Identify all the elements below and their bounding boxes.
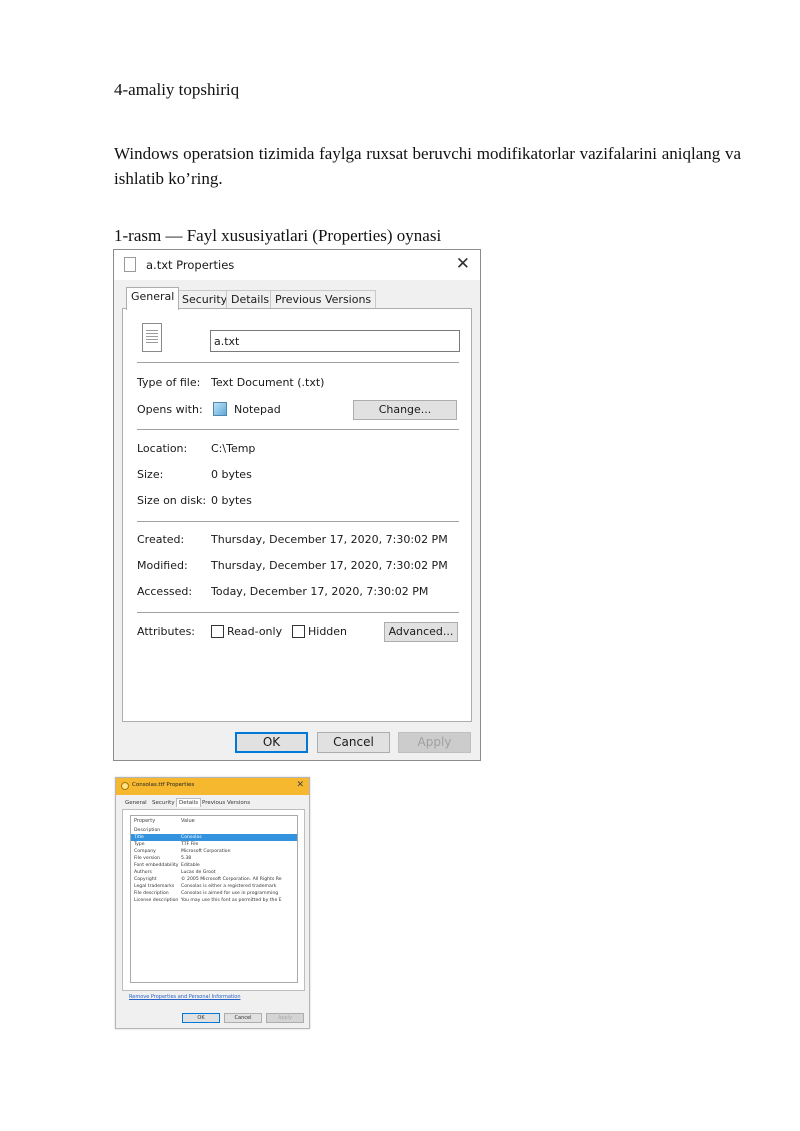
- property-value: Lucas de Groot: [181, 870, 216, 875]
- property-name: Copyright: [134, 877, 157, 882]
- dialog-title-bar: a.txt Properties ✕: [114, 250, 480, 280]
- list-item[interactable]: File version 5.38: [131, 855, 297, 862]
- size-on-disk-value: 0 bytes: [211, 494, 252, 507]
- apply-button[interactable]: Apply: [266, 1013, 304, 1023]
- ok-button[interactable]: OK: [235, 732, 308, 753]
- list-item[interactable]: License description You may use this font…: [131, 897, 297, 904]
- separator: [137, 362, 459, 364]
- tab-security[interactable]: Security: [152, 800, 175, 806]
- property-value: Editable: [181, 863, 200, 868]
- separator: [137, 521, 459, 523]
- apply-button[interactable]: Apply: [398, 732, 471, 753]
- list-item[interactable]: Font embeddability Editable: [131, 862, 297, 869]
- tab-details[interactable]: Details: [226, 290, 275, 309]
- accessed-value: Today, December 17, 2020, 7:30:02 PM: [211, 585, 429, 598]
- properties-list[interactable]: Property Value Description Title Consolas T…: [130, 815, 298, 983]
- value-column-header[interactable]: Value: [181, 818, 195, 824]
- close-icon[interactable]: ✕: [296, 780, 304, 790]
- opens-with-value: Notepad: [234, 403, 281, 416]
- property-column-header[interactable]: Property: [134, 818, 155, 824]
- size-on-disk-label: Size on disk:: [137, 494, 207, 507]
- font-properties-dialog: Consolas.ttf Properties ✕ General Securi…: [115, 777, 310, 1029]
- properties-dialog: a.txt Properties ✕ General Security Deta…: [113, 249, 481, 761]
- text-file-icon: [124, 257, 136, 272]
- cancel-button[interactable]: Cancel: [224, 1013, 262, 1023]
- modified-value: Thursday, December 17, 2020, 7:30:02 PM: [211, 559, 448, 572]
- tab-general[interactable]: General: [126, 287, 180, 310]
- modified-label: Modified:: [137, 559, 188, 572]
- property-value: You may use this font as permitted by th…: [181, 898, 282, 903]
- notepad-icon: [213, 402, 227, 416]
- created-value: Thursday, December 17, 2020, 7:30:02 PM: [211, 533, 448, 546]
- attributes-label: Attributes:: [137, 625, 196, 638]
- advanced-button[interactable]: Advanced...: [384, 622, 458, 642]
- filename-input[interactable]: [210, 330, 460, 352]
- tab-details[interactable]: Details: [176, 798, 202, 807]
- size-value: 0 bytes: [211, 468, 252, 481]
- close-icon[interactable]: ✕: [456, 254, 470, 274]
- details-panel: Property Value Description Title Consolas T…: [122, 809, 305, 991]
- property-name: File version: [134, 856, 160, 861]
- list-item[interactable]: Copyright © 2005 Microsoft Corporation. A…: [131, 876, 297, 883]
- dialog2-title: Consolas.ttf Properties: [132, 782, 195, 788]
- font-file-icon: [121, 782, 129, 790]
- dialog2-title-bar: Consolas.ttf Properties ✕: [116, 778, 309, 795]
- list-item[interactable]: File description Consolas is aimed for us…: [131, 890, 297, 897]
- tab-previous-versions[interactable]: Previous Versions: [202, 800, 250, 806]
- document-heading: 4-amaliy topshiriq: [114, 80, 240, 99]
- hidden-checkbox[interactable]: [292, 625, 305, 638]
- property-name: Title: [134, 835, 144, 840]
- list-item[interactable]: Title Consolas: [131, 834, 297, 841]
- property-value: TTF File: [181, 842, 199, 847]
- type-value: Text Document (.txt): [211, 376, 325, 389]
- document-icon: [142, 323, 162, 352]
- dialog-title: a.txt Properties: [146, 258, 235, 272]
- property-name: Company: [134, 849, 156, 854]
- remove-properties-link[interactable]: Remove Properties and Personal Informati…: [129, 994, 241, 1000]
- size-label: Size:: [137, 468, 164, 481]
- list-item[interactable]: Description: [131, 827, 297, 834]
- location-value: C:\Temp: [211, 442, 256, 455]
- property-value: Consolas: [181, 835, 202, 840]
- property-value: Microsoft Corporation: [181, 849, 231, 854]
- property-value: Consolas is either a registered trademar…: [181, 884, 277, 889]
- property-name: Font embeddability: [134, 863, 179, 868]
- created-label: Created:: [137, 533, 185, 546]
- tab-previous-versions[interactable]: Previous Versions: [270, 290, 377, 309]
- tab-general[interactable]: General: [125, 800, 147, 806]
- opens-with-label: Opens with:: [137, 403, 203, 416]
- separator: [137, 429, 459, 431]
- figure-caption: 1-rasm — Fayl xususiyatlari (Properties)…: [114, 226, 442, 245]
- tab-security[interactable]: Security: [177, 290, 233, 309]
- type-label: Type of file:: [137, 376, 201, 389]
- property-name: Legal trademarks: [134, 884, 175, 889]
- general-panel: Type of file: Text Document (.txt) Opens…: [122, 308, 472, 722]
- task-description: Windows operatsion tizimida faylga ruxsa…: [114, 144, 741, 188]
- ok-button[interactable]: OK: [182, 1013, 220, 1023]
- change-button[interactable]: Change...: [353, 400, 457, 420]
- cancel-button[interactable]: Cancel: [317, 732, 390, 753]
- property-value: © 2005 Microsoft Corporation. All Rights…: [181, 877, 282, 882]
- location-label: Location:: [137, 442, 188, 455]
- property-name: File description: [134, 891, 169, 896]
- property-name: License description: [134, 898, 179, 903]
- separator: [137, 612, 459, 614]
- readonly-checkbox[interactable]: [211, 625, 224, 638]
- list-item[interactable]: Type TTF File: [131, 841, 297, 848]
- property-name: Authors: [134, 870, 152, 875]
- property-value: 5.38: [181, 856, 192, 861]
- hidden-label: Hidden: [308, 625, 348, 638]
- list-item[interactable]: Legal trademarks Consolas is either a reg…: [131, 883, 297, 890]
- property-name: Type: [134, 842, 145, 847]
- list-item[interactable]: Authors Lucas de Groot: [131, 869, 297, 876]
- property-name: Description: [134, 828, 161, 833]
- property-value: Consolas is aimed for use in programming: [181, 891, 279, 896]
- readonly-label: Read-only: [227, 625, 283, 638]
- accessed-label: Accessed:: [137, 585, 193, 598]
- list-item[interactable]: Company Microsoft Corporation: [131, 848, 297, 855]
